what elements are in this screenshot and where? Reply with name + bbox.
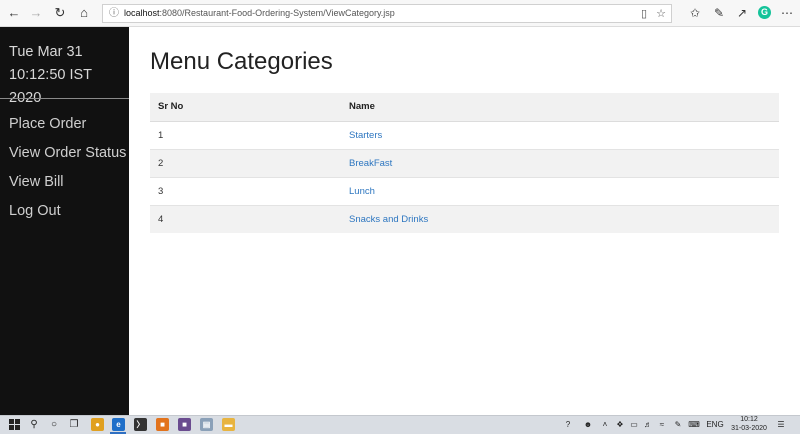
category-link-snacks-and-drinks[interactable]: Snacks and Drinks — [349, 214, 428, 225]
refresh-icon[interactable]: ↻ — [50, 4, 70, 22]
current-date: Tue Mar 31 — [9, 44, 83, 60]
help-icon[interactable]: ? — [562, 417, 574, 433]
sidebar-item-place-order[interactable]: Place Order — [9, 113, 127, 135]
share-icon[interactable]: ↗ — [733, 4, 751, 22]
table-row: 1 Starters — [150, 120, 779, 149]
cell-sr-no: 1 — [150, 120, 341, 149]
grammarly-extension-icon[interactable]: G — [758, 6, 771, 19]
app-purple-icon[interactable]: ■ — [178, 418, 191, 431]
file-explorer-icon[interactable]: ▬ — [222, 418, 235, 431]
cell-name: Starters — [341, 120, 779, 149]
category-link-breakfast[interactable]: BreakFast — [349, 158, 392, 169]
current-time: 10:12:50 IST 2020 — [9, 67, 92, 106]
taskbar: ⚲ ○ ❐ ● e 〉 ■ ■ ▤ ▬ ? ☻ ˄ ❖ ▭ ♬ ≈ ✎ ⌨ EN… — [0, 415, 800, 434]
browser-toolbar: ← → ↻ ⌂ ⓘ localhost:8080/Restaurant-Food… — [0, 0, 800, 27]
sidebar-nav: Place Order View Order Status View Bill … — [9, 113, 127, 229]
sidebar: Tue Mar 31 10:12:50 IST 2020 Place Order… — [0, 27, 129, 415]
sidebar-item-view-bill[interactable]: View Bill — [9, 171, 127, 193]
column-header-name: Name — [341, 93, 779, 122]
category-link-starters[interactable]: Starters — [349, 130, 382, 141]
keyboard-icon[interactable]: ⌨ — [688, 417, 700, 433]
cell-name: Snacks and Drinks — [341, 204, 779, 233]
sidebar-item-view-order-status[interactable]: View Order Status — [9, 142, 127, 164]
table-row: 3 Lunch — [150, 176, 779, 205]
cortana-icon[interactable]: ○ — [46, 417, 62, 433]
reading-view-icon[interactable]: ▯ — [636, 6, 652, 22]
notepad-icon[interactable]: ▤ — [200, 418, 213, 431]
battery-icon[interactable]: ▭ — [628, 417, 640, 433]
cell-sr-no: 4 — [150, 204, 341, 233]
main-content: Menu Categories Sr No Name 1 Starters 2 … — [130, 27, 800, 415]
terminal-icon[interactable]: 〉 — [134, 418, 147, 431]
dropbox-icon[interactable]: ❖ — [614, 417, 626, 433]
current-datetime: Tue Mar 31 10:12:50 IST 2020 — [9, 41, 127, 110]
people-icon[interactable]: ☻ — [582, 417, 594, 433]
favorite-star-icon[interactable]: ☆ — [653, 6, 669, 22]
cell-name: BreakFast — [341, 148, 779, 177]
favorites-icon[interactable]: ✩ — [686, 4, 704, 22]
column-header-sr-no: Sr No — [150, 93, 341, 122]
category-link-lunch[interactable]: Lunch — [349, 186, 375, 197]
sidebar-item-log-out[interactable]: Log Out — [9, 200, 127, 222]
cell-sr-no: 2 — [150, 148, 341, 177]
edge-icon[interactable]: e — [112, 418, 125, 431]
table-row: 4 Snacks and Drinks — [150, 204, 779, 233]
table-row: 2 BreakFast — [150, 148, 779, 177]
show-hidden-icons-icon[interactable]: ˄ — [600, 417, 610, 433]
cell-sr-no: 3 — [150, 176, 341, 205]
back-icon[interactable]: ← — [4, 4, 24, 22]
language-indicator[interactable]: ENG — [705, 417, 725, 433]
windows-start-icon[interactable] — [6, 417, 22, 433]
notes-pen-icon[interactable]: ✎ — [710, 4, 728, 22]
chrome-icon[interactable]: ● — [91, 418, 104, 431]
address-url[interactable]: localhost:8080/Restaurant-Food-Ordering-… — [124, 5, 395, 22]
clock-date: 31-03-2020 — [731, 424, 767, 432]
wifi-icon[interactable]: ≈ — [656, 417, 668, 433]
app-orange-icon[interactable]: ■ — [156, 418, 169, 431]
search-icon[interactable]: ⚲ — [26, 417, 42, 433]
cell-name: Lunch — [341, 176, 779, 205]
notifications-icon[interactable]: ☰ — [774, 417, 788, 433]
site-info-icon[interactable]: ⓘ — [108, 7, 120, 19]
taskbar-clock[interactable]: 10:12 31-03-2020 — [728, 416, 770, 433]
home-icon[interactable]: ⌂ — [74, 4, 94, 22]
page-title: Menu Categories — [150, 48, 333, 75]
clock-time: 10:12 — [740, 416, 758, 423]
forward-icon[interactable]: → — [26, 4, 46, 22]
pen-workspace-icon[interactable]: ✎ — [672, 417, 684, 433]
table-header-row: Sr No Name — [150, 93, 779, 122]
sidebar-divider — [0, 98, 129, 99]
more-menu-icon[interactable]: ⋯ — [778, 4, 796, 22]
address-bar[interactable]: ⓘ localhost:8080/Restaurant-Food-Orderin… — [102, 4, 672, 23]
task-view-icon[interactable]: ❐ — [66, 417, 82, 433]
categories-table: Sr No Name 1 Starters 2 BreakFast 3 Lunc… — [150, 93, 779, 233]
volume-icon[interactable]: ♬ — [642, 417, 654, 433]
